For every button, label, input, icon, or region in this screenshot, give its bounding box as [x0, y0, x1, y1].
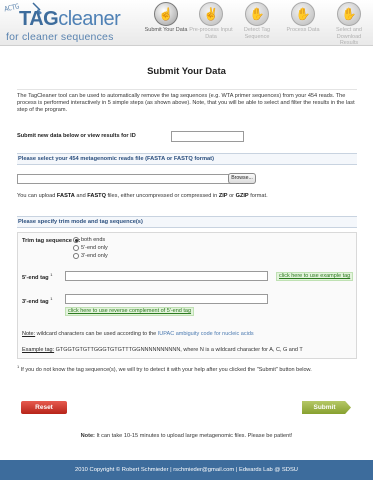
note-text: You can upload	[17, 193, 57, 199]
step-process[interactable]: ✋ Process Data	[281, 2, 325, 34]
file-path-field[interactable]	[17, 174, 231, 184]
file-section-header: Please select your 454 metagenomic reads…	[17, 153, 357, 165]
note-text: and	[74, 193, 88, 199]
note-gzip: GZIP	[235, 193, 249, 199]
hand-two-icon: ✌	[199, 2, 223, 26]
footnote-mark: 1	[50, 296, 53, 301]
note-text: files, either uncompressed or compressed…	[105, 193, 219, 199]
hand-four-icon: ✋	[291, 2, 315, 26]
footnote-text: If you do not know the tag sequence(s), …	[19, 366, 312, 373]
tagcleaner-logo[interactable]: ACTG TAGcleaner for cleaner sequences	[3, 2, 134, 44]
logo-title: TAGcleaner	[19, 8, 121, 31]
radio-button[interactable]	[73, 237, 79, 243]
step-detect-tag[interactable]: ✋ Detect Tag Sequence	[235, 2, 279, 40]
note-text: format.	[248, 193, 268, 199]
result-id-input[interactable]	[171, 131, 244, 142]
step-label: Process Data	[286, 27, 320, 33]
page-footer: 2010 Copyright © Robert Schmieder | rsch…	[0, 460, 373, 480]
step-label: Submit Your Data	[144, 27, 188, 33]
radio-5-end-only[interactable]: 5'-end only	[73, 245, 108, 251]
logo-subtitle: for cleaner sequences	[6, 31, 114, 43]
radio-label: 5'-end only	[81, 245, 108, 251]
page-title: Submit Your Data	[147, 66, 226, 77]
logo-tag-text: TAG	[19, 8, 59, 30]
logo-sequence-text: ACTG	[3, 2, 20, 14]
footnote-mark: 1	[50, 272, 53, 277]
note-fastq: FASTQ	[87, 193, 106, 199]
app-header: ACTG TAGcleaner for cleaner sequences ☝ …	[0, 0, 373, 46]
step-preprocess[interactable]: ✌ Pre-process Input Data	[189, 2, 233, 40]
tag3-label-text: 3'-end tag	[22, 298, 49, 305]
footnote: 1 If you do not know the tag sequence(s)…	[17, 363, 357, 374]
note-text: It can take 10-15 minutes to upload larg…	[94, 433, 293, 439]
radio-both-ends[interactable]: both ends	[73, 237, 105, 243]
step-navigation: ☝ Submit Your Data ✌ Pre-process Input D…	[144, 0, 373, 46]
example-text: GTGGTGTGTTGGGTGTGTTTGGNNNNNNNNNN, where …	[54, 347, 303, 353]
note-text: or	[227, 193, 236, 199]
iupac-link[interactable]: IUPAC ambiguity code for nucleic acids	[158, 331, 254, 337]
step-submit[interactable]: ☝ Submit Your Data	[144, 2, 188, 34]
upload-format-note: You can upload FASTA and FASTQ files, ei…	[17, 193, 268, 199]
example-tag-line: Example tag: GTGGTGTGTTGGGTGTGTTTGGNNNNN…	[22, 347, 303, 353]
note-fasta: FASTA	[56, 193, 75, 199]
tag3-input[interactable]	[65, 294, 268, 304]
intro-text: The TagCleaner tool can be used to autom…	[17, 89, 357, 115]
radio-button[interactable]	[73, 245, 79, 251]
use-reverse-complement-link[interactable]: click here to use reverse complement of …	[65, 307, 195, 316]
browse-button[interactable]: Browse...	[228, 173, 256, 184]
radio-3-end-only[interactable]: 3'-end only	[73, 253, 108, 259]
submit-button[interactable]: Submit	[302, 401, 351, 414]
reset-button[interactable]: Reset	[21, 401, 67, 414]
upload-time-note: Note: It can take 10-15 minutes to uploa…	[0, 433, 373, 439]
example-label: Example tag:	[22, 347, 55, 353]
wildcard-note: Note: wildcard characters can be used ac…	[22, 331, 254, 337]
hand-one-icon: ☝	[154, 2, 178, 26]
note-text: wildcard characters can be used accordin…	[35, 331, 158, 337]
use-example-tag-link[interactable]: click here to use example tag	[276, 272, 354, 281]
hand-three-icon: ✋	[245, 2, 269, 26]
tag5-label: 5'-end tag 1	[22, 272, 52, 281]
note-label: Note:	[80, 433, 95, 439]
step-download[interactable]: ✋ Select and Download Results	[327, 2, 371, 47]
step-label: Detect Tag Sequence	[243, 27, 271, 40]
note-zip: ZIP	[218, 193, 228, 199]
hand-five-icon: ✋	[337, 2, 361, 26]
radio-button[interactable]	[73, 253, 79, 259]
radio-label: both ends	[81, 237, 106, 243]
trim-section-header: Please specify trim mode and tag sequenc…	[17, 216, 357, 228]
tag5-label-text: 5'-end tag	[22, 274, 49, 281]
id-label: Submit new data below or view results fo…	[17, 133, 136, 139]
tag5-input[interactable]	[65, 271, 268, 281]
logo-name-text: cleaner	[58, 8, 121, 30]
note-label: Note:	[22, 331, 36, 337]
step-label: Select and Download Results	[336, 27, 362, 46]
trim-mode-label: Trim tag sequence at:	[22, 238, 81, 244]
radio-label: 3'-end only	[81, 253, 108, 259]
step-label: Pre-process Input Data	[189, 27, 233, 40]
tag3-label: 3'-end tag 1	[22, 296, 52, 305]
